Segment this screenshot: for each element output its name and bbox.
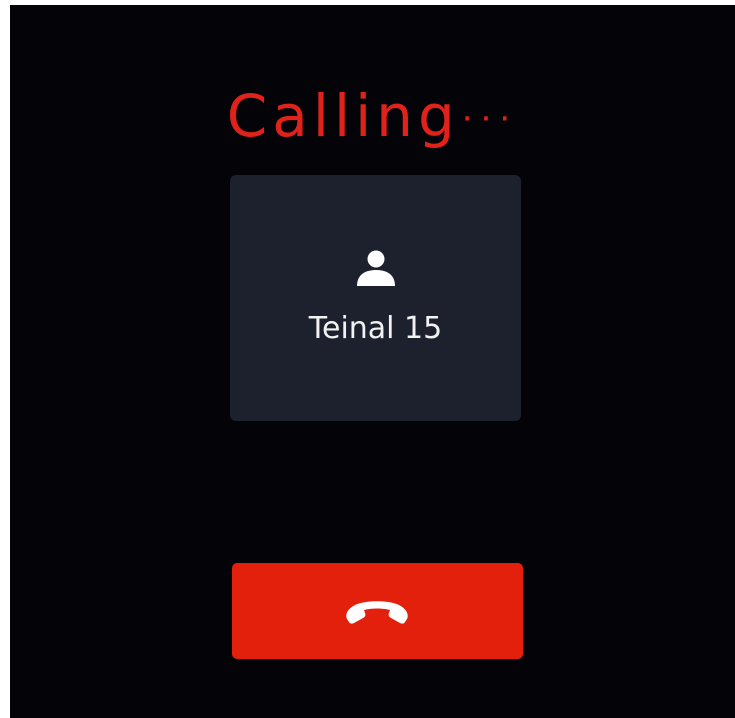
phone-hangup-icon xyxy=(346,601,408,624)
calling-dots: ··· xyxy=(461,99,519,139)
contact-name: Teinal 15 xyxy=(308,311,443,346)
call-screen: Calling··· Teinal 15 xyxy=(10,5,735,718)
contact-card: Teinal 15 xyxy=(230,175,521,421)
call-status-text: Calling xyxy=(226,82,460,150)
call-status-title: Calling··· xyxy=(10,81,735,154)
person-icon xyxy=(357,250,395,286)
hangup-button[interactable] xyxy=(232,563,523,659)
